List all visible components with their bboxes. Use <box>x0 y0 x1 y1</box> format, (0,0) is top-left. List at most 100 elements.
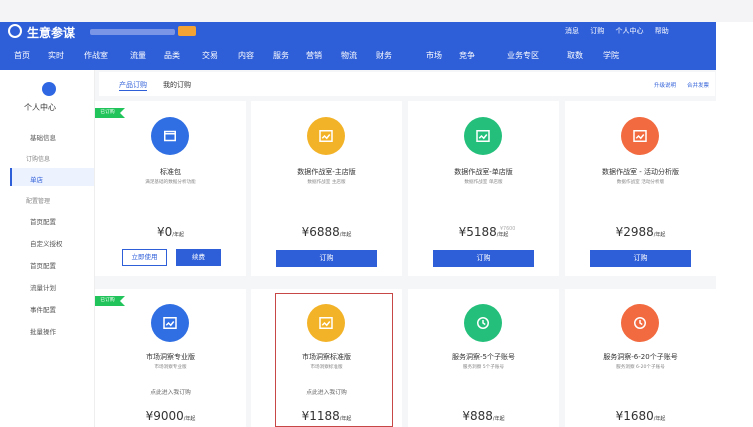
price-value: ¥888 <box>462 409 493 423</box>
tab-product-order[interactable]: 产品订购 <box>119 80 147 91</box>
message-link[interactable]: 消息 <box>565 27 579 35</box>
nav-home[interactable]: 首页 <box>14 50 30 61</box>
nav-marketing[interactable]: 营销 <box>306 50 322 61</box>
sidebar-item-active <box>10 168 94 186</box>
order-button[interactable]: 订购 <box>590 250 691 267</box>
nav-content[interactable]: 内容 <box>238 50 254 61</box>
logo-icon <box>8 24 22 38</box>
price: ¥0/年起 <box>95 221 246 240</box>
order-button[interactable]: 订购 <box>276 250 377 267</box>
price: ¥888/年起 <box>408 405 559 424</box>
upgrade-link[interactable]: 升级说明 <box>654 81 676 89</box>
nav-logistics[interactable]: 物流 <box>341 50 357 61</box>
personal-center-link[interactable]: 个人中心 <box>615 27 643 35</box>
ordered-badge: 已订购 <box>95 296 125 306</box>
nav-traffic[interactable]: 流量 <box>130 50 146 61</box>
entry-link[interactable]: 点此进入我订购 <box>95 387 246 396</box>
shop-icon <box>151 117 189 155</box>
nav-trade[interactable]: 交易 <box>202 50 218 61</box>
price-unit: /年起 <box>183 416 196 422</box>
price-unit: /年起 <box>492 416 505 422</box>
product-name: 服务洞察-5个子账号 <box>452 353 515 361</box>
app-window: 生意参谋 消息 订购 个人中心 帮助 首页 实时 作战室 流量 品类 交易 内容… <box>0 0 753 427</box>
renew-button[interactable]: 续费 <box>176 249 221 266</box>
price-value: ¥2988 <box>615 225 654 239</box>
price: ¥1680/年起 <box>565 405 716 424</box>
nav-academy[interactable]: 学院 <box>603 50 619 61</box>
invoice-link[interactable]: 合并发票 <box>687 81 709 89</box>
order-link[interactable]: 订购 <box>590 27 604 35</box>
product-desc: 数据作战室 主店版 <box>307 180 346 185</box>
nav-competition[interactable]: 竞争 <box>459 50 475 61</box>
card-single-store: 数据作战室-单店版 数据作战室 单店版 ¥5188/年起 ¥7600 订购 <box>408 101 559 276</box>
product-name: 数据作战室-主店版 <box>297 168 356 176</box>
sidebar-item-home-config[interactable]: 首页配置 <box>30 216 56 226</box>
shop-name-placeholder <box>90 29 175 35</box>
price-value: ¥9000 <box>145 409 184 423</box>
vip-badge-icon <box>178 26 196 36</box>
chart-icon <box>151 304 189 342</box>
price: ¥9000/年起 <box>95 405 246 424</box>
nav-data-fetch[interactable]: 取数 <box>567 50 583 61</box>
card-market-pro: 已订购 市场洞察专业版 市场洞察专业版 点此进入我订购 ¥9000/年起 <box>95 289 246 427</box>
product-name: 标准包 <box>160 168 181 176</box>
price-unit: /年起 <box>653 416 666 422</box>
nav-finance[interactable]: 财务 <box>376 50 392 61</box>
sidebar-item-basic-info[interactable]: 基础信息 <box>30 132 56 142</box>
sidebar: 个人中心 基础信息 订购信息 单店 配置管理 首页配置 自定义授权 首页配置 流… <box>0 70 95 427</box>
sidebar-group-config-manage: 配置管理 <box>26 198 51 205</box>
sidebar-item-single-store[interactable]: 单店 <box>30 174 43 184</box>
sidebar-title: 个人中心 <box>24 103 56 112</box>
help-link[interactable]: 帮助 <box>655 27 669 35</box>
price-unit: /年起 <box>653 232 666 238</box>
chart-icon <box>621 117 659 155</box>
product-name: 数据作战室 - 活动分析版 <box>602 168 679 176</box>
chart-icon <box>464 117 502 155</box>
price: ¥5188/年起 <box>408 221 559 240</box>
product-name: 市场洞察专业版 <box>146 353 195 361</box>
card-activity-analysis: 数据作战室 - 活动分析版 数据作战室 活动分析版 ¥2988/年起 订购 <box>565 101 716 276</box>
original-price: ¥7600 <box>500 227 516 232</box>
product-desc: 市场洞察专业版 <box>154 365 187 370</box>
card-main-store: 数据作战室-主店版 数据作战室 主店版 ¥6888/年起 订购 <box>251 101 402 276</box>
card-service-5: 服务洞察-5个子账号 服务洞察 5个子账号 ¥888/年起 <box>408 289 559 427</box>
nav-business-zone[interactable]: 业务专区 <box>507 50 539 61</box>
product-desc: 服务洞察 5个子账号 <box>462 365 505 370</box>
price: ¥6888/年起 <box>251 221 402 240</box>
nav-war-room[interactable]: 作战室 <box>84 50 108 61</box>
price-value: ¥5188 <box>458 225 497 239</box>
browser-top-bar <box>0 0 753 22</box>
card-standard: 已订购 标准包 满足基础的数据分析功能 ¥0/年起 立即使用 续费 <box>95 101 246 276</box>
nav-category[interactable]: 品类 <box>164 50 180 61</box>
sidebar-group-order-info: 订购信息 <box>26 156 51 163</box>
price-unit: /年起 <box>339 232 352 238</box>
main-content: 产品订购 我的订购 升级说明 合并发票 已订购 标准包 满足基础的数据分析功能 … <box>95 70 716 427</box>
product-name: 数据作战室-单店版 <box>454 168 513 176</box>
top-navigation: 生意参谋 消息 订购 个人中心 帮助 首页 实时 作战室 流量 品类 交易 内容… <box>0 22 716 70</box>
avatar <box>42 82 56 96</box>
chart-icon <box>307 117 345 155</box>
tab-my-orders[interactable]: 我的订购 <box>163 80 191 90</box>
ordered-badge: 已订购 <box>95 108 125 118</box>
tabs-bar: 产品订购 我的订购 升级说明 合并发票 <box>99 72 715 96</box>
sidebar-item-traffic-plan[interactable]: 流量计划 <box>30 282 56 292</box>
price-unit: /年起 <box>496 232 509 238</box>
sidebar-item-event-config[interactable]: 事件配置 <box>30 304 56 314</box>
nav-market[interactable]: 市场 <box>426 50 442 61</box>
use-now-button[interactable]: 立即使用 <box>122 249 167 266</box>
card-service-20: 服务洞察-6-20个子账号 服务洞察 6-20个子账号 ¥1680/年起 <box>565 289 716 427</box>
highlight-box <box>275 293 393 427</box>
nav-service[interactable]: 服务 <box>273 50 289 61</box>
main-nav: 首页 实时 作战室 流量 品类 交易 内容 服务 营销 物流 财务 市场 竞争 … <box>0 42 716 70</box>
price: ¥2988/年起 <box>565 221 716 240</box>
brand-title: 生意参谋 <box>27 26 76 40</box>
nav-realtime[interactable]: 实时 <box>48 50 64 61</box>
sidebar-item-home-config-2[interactable]: 首页配置 <box>30 260 56 270</box>
price-value: ¥6888 <box>301 225 340 239</box>
price-value: ¥1680 <box>615 409 654 423</box>
order-button[interactable]: 订购 <box>433 250 534 267</box>
sidebar-item-custom-auth[interactable]: 自定义授权 <box>30 238 63 248</box>
sidebar-item-batch-ops[interactable]: 批量操作 <box>30 326 56 336</box>
product-name: 服务洞察-6-20个子账号 <box>603 353 678 361</box>
product-desc: 数据作战室 单店版 <box>464 180 503 185</box>
